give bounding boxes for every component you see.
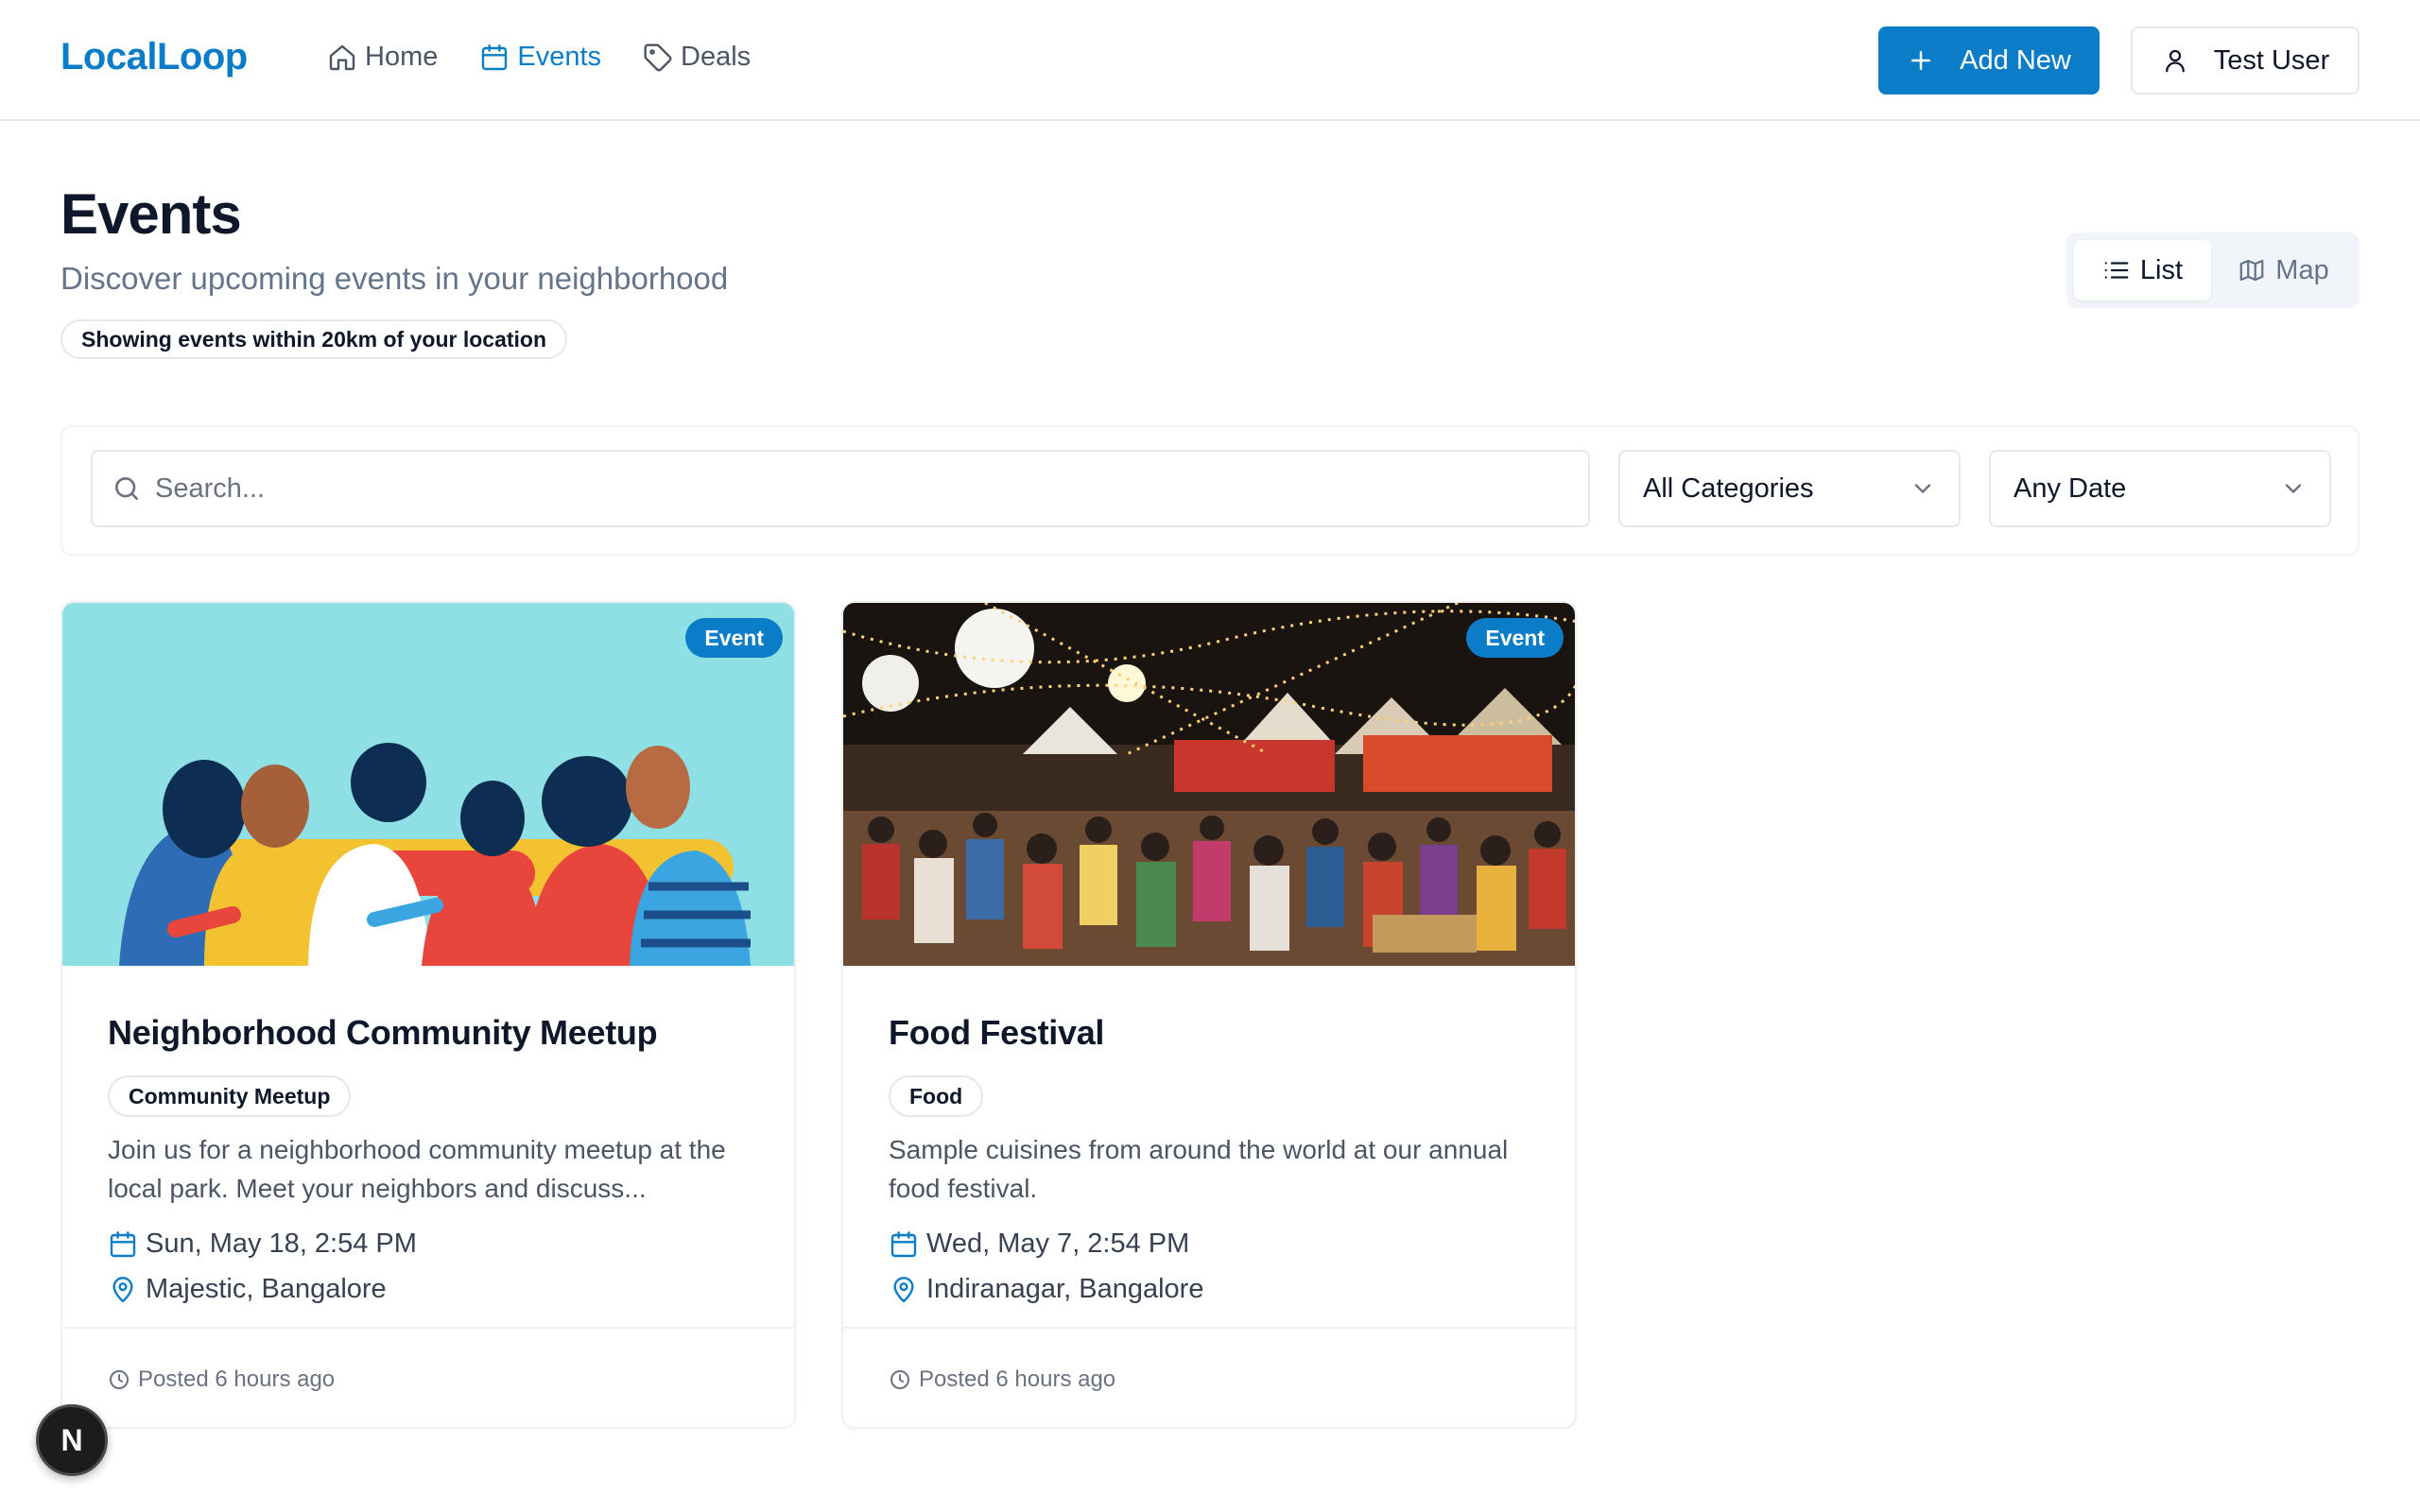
- search-icon: [114, 476, 138, 500]
- map-icon: [2239, 259, 2264, 282]
- event-card[interactable]: Event Neighborhood Community Meetup Comm…: [60, 601, 796, 1429]
- add-new-button[interactable]: Add New: [1878, 26, 2100, 94]
- calendar-icon: [482, 43, 508, 70]
- event-location-row: Majestic, Bangalore: [108, 1274, 387, 1305]
- app-logo[interactable]: LocalLoop: [60, 36, 248, 78]
- nav-events[interactable]: Events: [479, 42, 601, 73]
- event-category-tag: Food: [889, 1075, 984, 1117]
- event-image-community: Event: [62, 603, 794, 966]
- page-title: Events: [60, 182, 242, 246]
- map-view-label: Map: [2275, 254, 2329, 285]
- page-subtitle: Discover upcoming events in your neighbo…: [60, 261, 729, 296]
- event-category-tag: Community Meetup: [108, 1075, 352, 1117]
- nav-deals[interactable]: Deals: [643, 42, 751, 73]
- event-card-footer: Posted 6 hours ago: [843, 1327, 1575, 1427]
- map-view-button[interactable]: Map: [2215, 240, 2352, 301]
- list-view-button[interactable]: List: [2074, 240, 2211, 301]
- search-input[interactable]: [155, 472, 1478, 505]
- tag-icon: [644, 43, 672, 71]
- calendar-icon: [110, 1230, 136, 1257]
- event-date: Wed, May 7, 2:54 PM: [926, 1228, 1190, 1259]
- event-type-badge: Event: [685, 618, 783, 658]
- clock-icon: [110, 1370, 129, 1389]
- clock-icon: [890, 1370, 909, 1389]
- user-name: Test User: [2213, 44, 2330, 76]
- event-date-row: Wed, May 7, 2:54 PM: [889, 1228, 1189, 1260]
- add-new-label: Add New: [1960, 44, 2071, 76]
- event-posted-time: Posted 6 hours ago: [919, 1366, 1116, 1392]
- event-type-badge: Event: [1466, 618, 1564, 658]
- filter-bar: All Categories Any Date: [60, 425, 2360, 556]
- user-menu-button[interactable]: Test User: [2131, 26, 2360, 94]
- nav-home-label: Home: [365, 42, 439, 72]
- top-nav-bar: LocalLoop Home Events Deals Add New Test…: [0, 0, 2420, 121]
- event-title[interactable]: Neighborhood Community Meetup: [108, 1013, 658, 1053]
- list-icon: [2104, 262, 2129, 279]
- map-pin-icon: [112, 1276, 133, 1302]
- event-description: Join us for a neighborhood community mee…: [108, 1135, 726, 1203]
- category-select-value: All Categories: [1643, 472, 1814, 504]
- chevron-down-icon: [2285, 484, 2302, 493]
- event-card-footer: Posted 6 hours ago: [62, 1327, 794, 1427]
- chevron-down-icon: [1914, 484, 1931, 493]
- event-date-row: Sun, May 18, 2:54 PM: [108, 1228, 417, 1260]
- event-card[interactable]: Event Food Festival Food Sample cuisines…: [841, 601, 1577, 1429]
- nextjs-dev-indicator-icon[interactable]: N: [36, 1404, 108, 1476]
- event-location: Indiranagar, Bangalore: [926, 1274, 1204, 1304]
- date-select[interactable]: Any Date: [1989, 450, 2331, 527]
- category-select[interactable]: All Categories: [1618, 450, 1961, 527]
- nav-deals-label: Deals: [681, 42, 752, 72]
- nav-events-label: Events: [517, 42, 602, 72]
- event-posted-time: Posted 6 hours ago: [138, 1366, 336, 1392]
- event-title[interactable]: Food Festival: [889, 1013, 1104, 1053]
- map-pin-icon: [893, 1276, 914, 1302]
- user-icon: [2165, 49, 2185, 73]
- list-view-label: List: [2139, 254, 2184, 285]
- main-nav: Home Events Deals: [327, 42, 751, 73]
- event-location: Majestic, Bangalore: [146, 1274, 387, 1304]
- date-select-value: Any Date: [2014, 472, 2127, 504]
- home-icon: [329, 44, 355, 70]
- plus-icon: [1911, 51, 1931, 70]
- view-toggle: List Map: [2066, 232, 2360, 308]
- search-box[interactable]: [91, 450, 1590, 527]
- location-radius-badge: Showing events within 20km of your locat…: [60, 319, 568, 359]
- calendar-icon: [890, 1230, 917, 1257]
- nav-home[interactable]: Home: [327, 42, 438, 73]
- event-description: Sample cuisines from around the world at…: [889, 1135, 1509, 1203]
- event-location-row: Indiranagar, Bangalore: [889, 1274, 1203, 1305]
- event-image-food-festival: Event: [843, 603, 1575, 966]
- event-date: Sun, May 18, 2:54 PM: [146, 1228, 417, 1259]
